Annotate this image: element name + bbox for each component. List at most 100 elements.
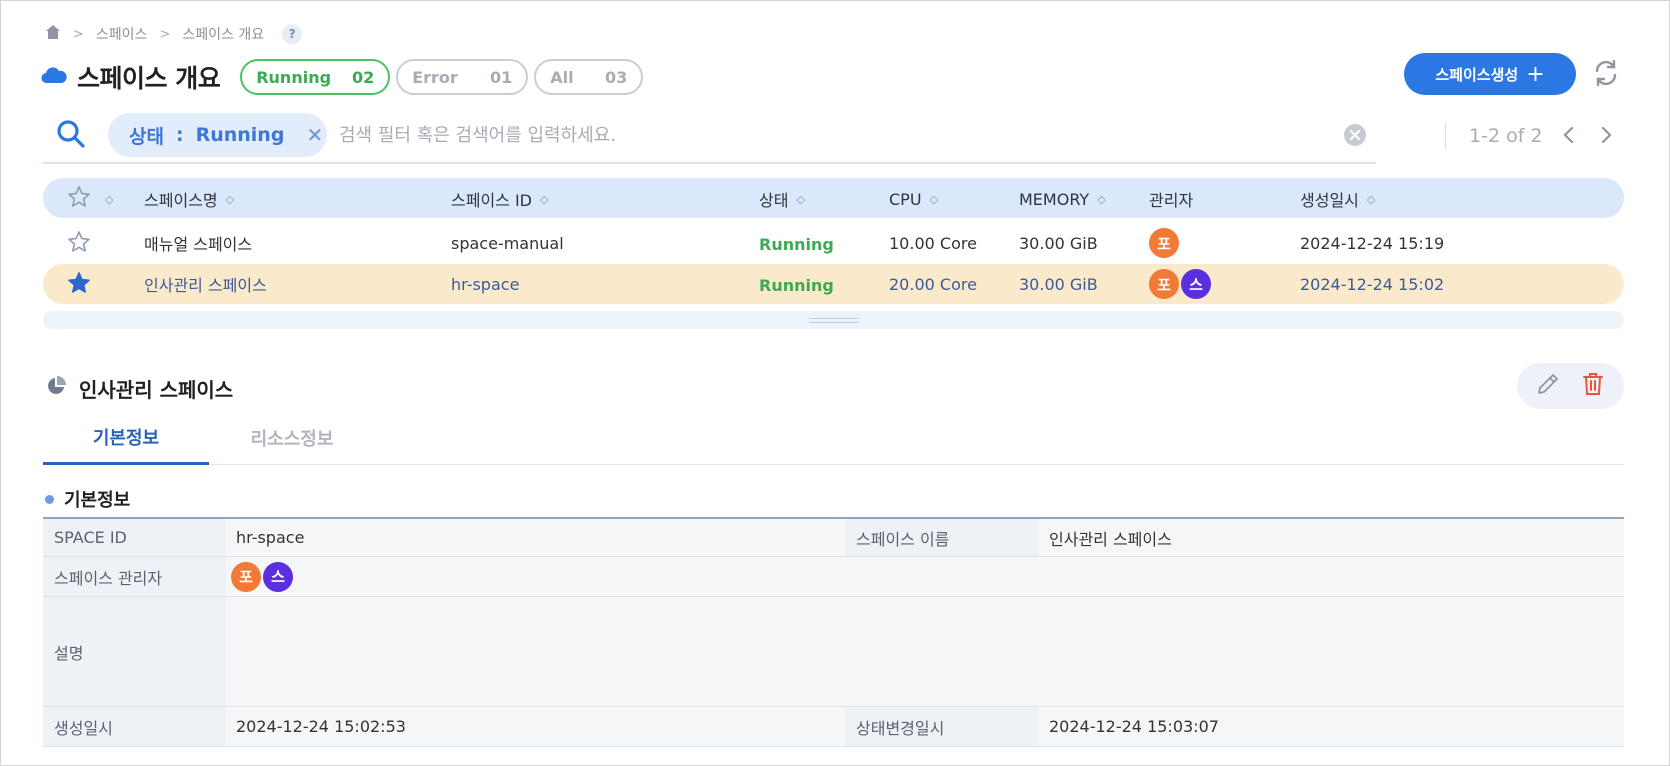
filter-label: Error	[412, 67, 458, 87]
info-row: 설명	[43, 597, 1624, 707]
edit-icon[interactable]	[1535, 371, 1561, 401]
breadcrumb-item-space[interactable]: 스페이스	[96, 24, 148, 44]
bullet-dot	[45, 494, 54, 504]
home-icon[interactable]	[45, 24, 61, 44]
table-row[interactable]: 매뉴얼 스페이스 space-manual Running 10.00 Core…	[43, 223, 1624, 263]
pager-text: 1-2 of 2	[1469, 125, 1543, 147]
header-status[interactable]: 상태 ◇	[759, 189, 805, 210]
detail-title: 인사관리 스페이스	[45, 374, 233, 403]
app-frame: > 스페이스 > 스페이스 개요 ? 스페이스 개요 Running 02 Er…	[0, 0, 1670, 766]
avatar: 포	[231, 561, 261, 592]
create-space-button[interactable]: 스페이스생성 +	[1404, 53, 1576, 95]
chip-close-icon[interactable]: ✕	[306, 123, 323, 147]
chevron-left-icon[interactable]	[1558, 123, 1580, 147]
cell-name: 인사관리 스페이스	[144, 276, 267, 295]
value-description	[226, 597, 1624, 706]
filter-error[interactable]: Error 01	[396, 59, 529, 95]
chip-separator: :	[175, 124, 184, 146]
avatar: 스	[1181, 269, 1211, 299]
star-filled-icon[interactable]	[67, 272, 91, 294]
column-label: 생성일시	[1300, 191, 1359, 210]
column-label: MEMORY	[1019, 189, 1090, 209]
column-label: 관리자	[1149, 191, 1194, 210]
cloud-icon	[41, 66, 67, 88]
header-name[interactable]: 스페이스명 ◇	[144, 189, 234, 210]
section-title: 기본정보	[45, 486, 130, 512]
cell-memory: 30.00 GiB	[1019, 233, 1098, 253]
cell-id: hr-space	[451, 274, 520, 294]
label-created: 생성일시	[43, 707, 226, 746]
tab-basic-info[interactable]: 기본정보	[43, 411, 209, 465]
detail-title-text: 인사관리 스페이스	[79, 378, 234, 402]
value-status-changed: 2024-12-24 15:03:07	[1039, 707, 1624, 746]
filter-all[interactable]: All 03	[534, 59, 644, 95]
filter-chip-status[interactable]: 상태 : Running ✕	[108, 113, 327, 157]
sort-icon[interactable]: ◇	[796, 193, 804, 206]
label-status-changed: 상태변경일시	[845, 707, 1039, 746]
table-header	[43, 178, 1624, 218]
detail-tabs: 기본정보 리소스정보	[43, 411, 1624, 465]
cell-status: Running	[759, 234, 834, 254]
label-admins: 스페이스 관리자	[43, 557, 226, 596]
sort-icon[interactable]: ◇	[1367, 193, 1375, 206]
table-row-selected[interactable]: 인사관리 스페이스 hr-space Running 20.00 Core 30…	[43, 264, 1624, 304]
star-outline-icon[interactable]	[67, 231, 91, 253]
avatar: 스	[263, 561, 293, 592]
cell-id: space-manual	[451, 233, 564, 253]
cell-cpu: 20.00 Core	[889, 274, 977, 294]
chevron-right-icon[interactable]	[1595, 123, 1617, 147]
create-space-label: 스페이스생성	[1435, 65, 1519, 84]
search-icon[interactable]	[55, 118, 87, 150]
pager-divider	[1445, 123, 1446, 149]
filter-count: 02	[351, 67, 375, 87]
page-title: 스페이스 개요	[77, 64, 221, 93]
help-icon[interactable]: ?	[282, 24, 303, 44]
header-id[interactable]: 스페이스 ID ◇	[451, 189, 548, 210]
plus-icon: +	[1526, 61, 1545, 87]
value-space-id: hr-space	[226, 519, 845, 556]
column-label: 스페이스 ID	[451, 191, 533, 210]
column-label: 스페이스명	[144, 191, 218, 210]
header-cpu[interactable]: CPU ◇	[889, 189, 938, 209]
cell-created: 2024-12-24 15:02	[1300, 274, 1445, 294]
sort-icon[interactable]: ◇	[1097, 193, 1105, 206]
header-admins: 관리자	[1149, 189, 1194, 210]
value-space-name: 인사관리 스페이스	[1039, 519, 1624, 556]
sort-icon[interactable]: ◇	[226, 193, 234, 206]
tab-resource-info[interactable]: 리소스정보	[209, 411, 375, 465]
refresh-icon[interactable]	[1591, 58, 1621, 88]
header-created[interactable]: 생성일시 ◇	[1300, 189, 1375, 210]
label-space-name: 스페이스 이름	[845, 519, 1039, 556]
header-memory[interactable]: MEMORY ◇	[1019, 189, 1106, 209]
avatar: 포	[1149, 269, 1179, 299]
breadcrumb-separator: >	[159, 26, 171, 42]
sort-icon[interactable]: ◇	[105, 193, 113, 206]
label-space-id: SPACE ID	[43, 519, 226, 556]
resize-handle[interactable]	[809, 318, 859, 323]
cell-cpu: 10.00 Core	[889, 233, 977, 253]
value-admins: 포 스	[226, 557, 1624, 596]
cell-status: Running	[759, 275, 834, 295]
sort-icon[interactable]: ◇	[930, 193, 938, 206]
clear-search-icon[interactable]	[1343, 123, 1367, 147]
title-row: 스페이스 개요 Running 02 Error 01 All 03	[41, 57, 649, 97]
header-favorite[interactable]: ◇	[67, 186, 113, 209]
avatar: 포	[1149, 228, 1179, 258]
filter-label: All	[550, 67, 574, 87]
trash-icon[interactable]	[1580, 371, 1606, 401]
breadcrumb: > 스페이스 > 스페이스 개요 ?	[45, 23, 303, 45]
sort-icon[interactable]: ◇	[540, 193, 548, 206]
cell-name: 매뉴얼 스페이스	[144, 235, 253, 254]
info-table: SPACE ID hr-space 스페이스 이름 인사관리 스페이스 스페이스…	[43, 517, 1624, 747]
filter-count: 01	[489, 67, 513, 87]
filter-count: 03	[604, 67, 628, 87]
search-input[interactable]	[339, 117, 1319, 153]
filter-running[interactable]: Running 02	[240, 59, 391, 95]
cell-admins: 포	[1149, 227, 1181, 259]
chip-value: Running	[195, 124, 285, 146]
breadcrumb-separator: >	[73, 26, 84, 42]
column-label: CPU	[889, 189, 922, 209]
info-row: SPACE ID hr-space 스페이스 이름 인사관리 스페이스	[43, 519, 1624, 557]
breadcrumb-item-overview[interactable]: 스페이스 개요	[182, 24, 264, 44]
value-created: 2024-12-24 15:02:53	[226, 707, 845, 746]
